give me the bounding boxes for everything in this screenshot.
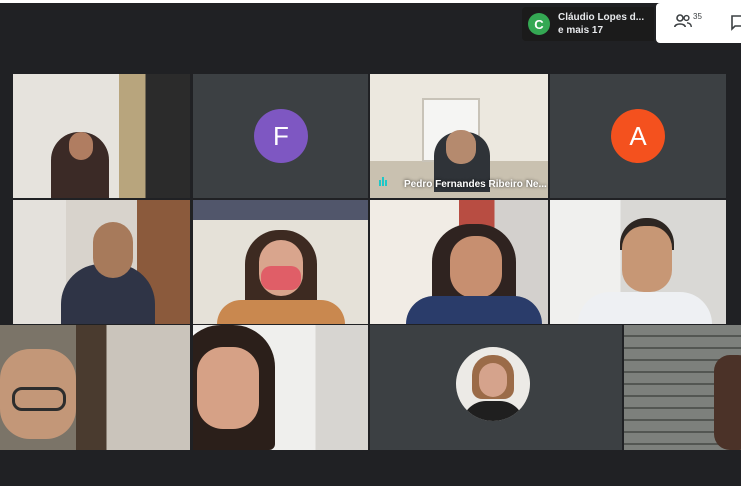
top-bar: C Cláudio Lopes d... e mais 17 35	[0, 0, 741, 46]
presenter-more: e mais 17	[558, 25, 604, 36]
meeting-controls-panel: 35	[656, 3, 741, 43]
participant-tile-6[interactable]	[193, 200, 368, 324]
person-face	[622, 226, 672, 292]
avatar-A: A	[611, 109, 665, 163]
top-edge	[0, 0, 741, 3]
mask	[261, 266, 301, 290]
chat-button[interactable]	[731, 15, 741, 31]
participant-tile-8[interactable]	[550, 200, 726, 324]
participant-grid: F Pedro Fernandes Ribeiro Ne... A	[0, 74, 741, 450]
people-icon	[674, 14, 692, 28]
presenter-text: Cláudio Lopes d... e mais 17	[558, 11, 644, 37]
person-shirt	[217, 300, 345, 324]
participant-tile-10[interactable]	[193, 325, 368, 450]
person-face	[69, 132, 93, 160]
participant-tile-5[interactable]	[13, 200, 190, 324]
photo-face	[479, 363, 507, 397]
person-face	[446, 130, 476, 164]
person-face	[93, 222, 133, 278]
presenter-avatar: C	[528, 13, 550, 35]
person-face	[197, 347, 259, 429]
participant-tile-1[interactable]	[13, 74, 190, 198]
profile-photo-avatar	[456, 347, 530, 421]
participant-tile-4[interactable]: A	[550, 74, 726, 198]
people-button[interactable]: 35	[674, 12, 714, 34]
mic-active-icon	[379, 177, 387, 186]
avatar-F: F	[254, 109, 308, 163]
bottom-bar	[0, 452, 741, 486]
person-shirt	[406, 296, 542, 324]
photo-shirt	[462, 401, 524, 421]
person-hair	[714, 355, 741, 450]
people-count: 35	[693, 12, 702, 21]
participant-tile-11[interactable]	[370, 325, 622, 450]
participant-name: Pedro Fernandes Ribeiro Ne...	[404, 179, 547, 190]
person-face	[450, 236, 502, 298]
presenter-chip[interactable]: C Cláudio Lopes d... e mais 17	[522, 7, 654, 41]
chat-icon	[731, 15, 741, 31]
person-shirt	[578, 292, 712, 324]
glasses	[12, 387, 66, 411]
participant-tile-7[interactable]	[370, 200, 548, 324]
participant-tile-9[interactable]	[0, 325, 190, 450]
participant-tile-3[interactable]: Pedro Fernandes Ribeiro Ne...	[370, 74, 548, 198]
presenter-name: Cláudio Lopes d...	[558, 12, 645, 23]
participant-tile-12[interactable]	[624, 325, 741, 450]
participant-tile-2[interactable]: F	[193, 74, 368, 198]
